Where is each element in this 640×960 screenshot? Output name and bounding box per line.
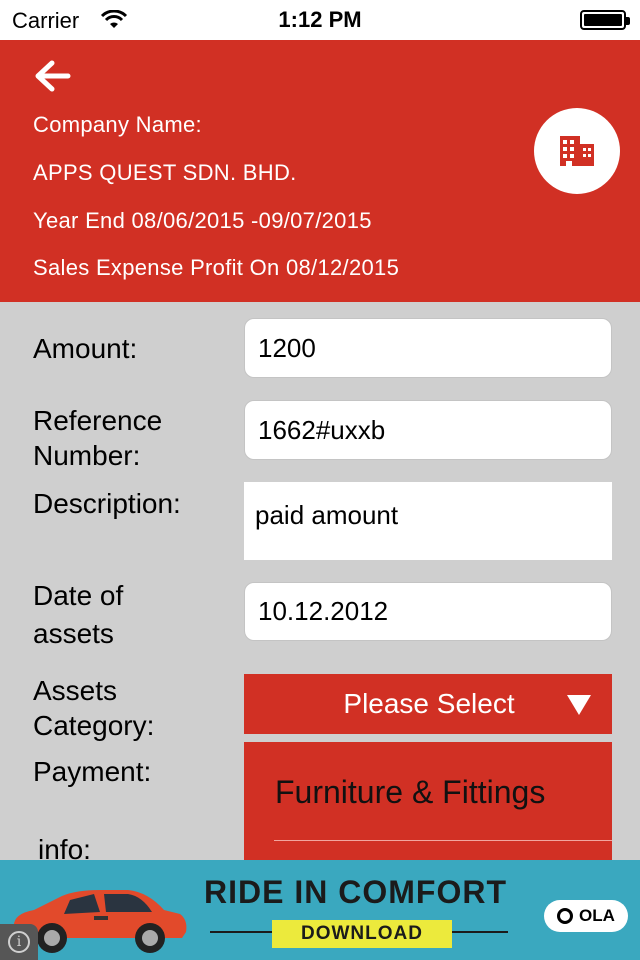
triangle-down-icon [567, 695, 591, 715]
info-icon: i [8, 931, 30, 953]
arrow-left-icon [35, 60, 71, 92]
amount-label: Amount: [33, 333, 138, 364]
back-button[interactable] [28, 56, 76, 96]
clock: 1:12 PM [278, 7, 362, 32]
status-bar: Carrier 1:12 PM [0, 0, 640, 40]
amount-value: 1200 [258, 332, 316, 363]
amount-input[interactable]: 1200 [244, 318, 612, 378]
date-value: 10.12.2012 [258, 596, 389, 626]
battery-icon [580, 10, 630, 30]
company-name: APPS QUEST SDN. BHD. [33, 160, 297, 185]
description-label: Description: [33, 488, 181, 519]
ad-banner[interactable]: RIDE IN COMFORT DOWNLOAD OLA i [0, 860, 640, 960]
company-name-label: Company Name: [33, 112, 202, 137]
reference-input[interactable]: 1662#uxxb [244, 400, 612, 460]
building-icon [560, 136, 594, 166]
description-value: paid amount [255, 500, 399, 530]
ola-brand: OLA [579, 906, 615, 925]
year-end: Year End 08/06/2015 -09/07/2015 [33, 208, 372, 233]
category-selected-value: Please Select [343, 688, 515, 719]
ad-download-button[interactable]: DOWNLOAD [272, 920, 452, 948]
ad-headline: RIDE IN COMFORT [204, 874, 507, 910]
category-label: Assets Category: [33, 675, 155, 741]
dropdown-option[interactable]: Furniture & Fittings [275, 774, 545, 811]
category-select[interactable]: Please Select [244, 674, 612, 734]
company-header: Company Name: APPS QUEST SDN. BHD. Year … [0, 40, 640, 302]
ola-ring-icon [557, 908, 574, 924]
payment-label: Payment: [33, 756, 152, 787]
reference-value: 1662#uxxb [258, 414, 386, 445]
ola-logo: OLA [544, 900, 628, 932]
ad-info-button[interactable]: i [0, 924, 38, 960]
reference-label: Reference Number: [33, 405, 163, 471]
date-input[interactable]: 10.12.2012 [244, 582, 612, 641]
dropdown-divider [274, 840, 612, 841]
description-input[interactable]: paid amount [244, 482, 612, 560]
date-label: Date of assets [33, 580, 124, 649]
company-avatar [534, 108, 620, 194]
sales-expense-date: Sales Expense Profit On 08/12/2015 [33, 255, 400, 280]
category-dropdown-list: Furniture & Fittings [244, 742, 612, 862]
